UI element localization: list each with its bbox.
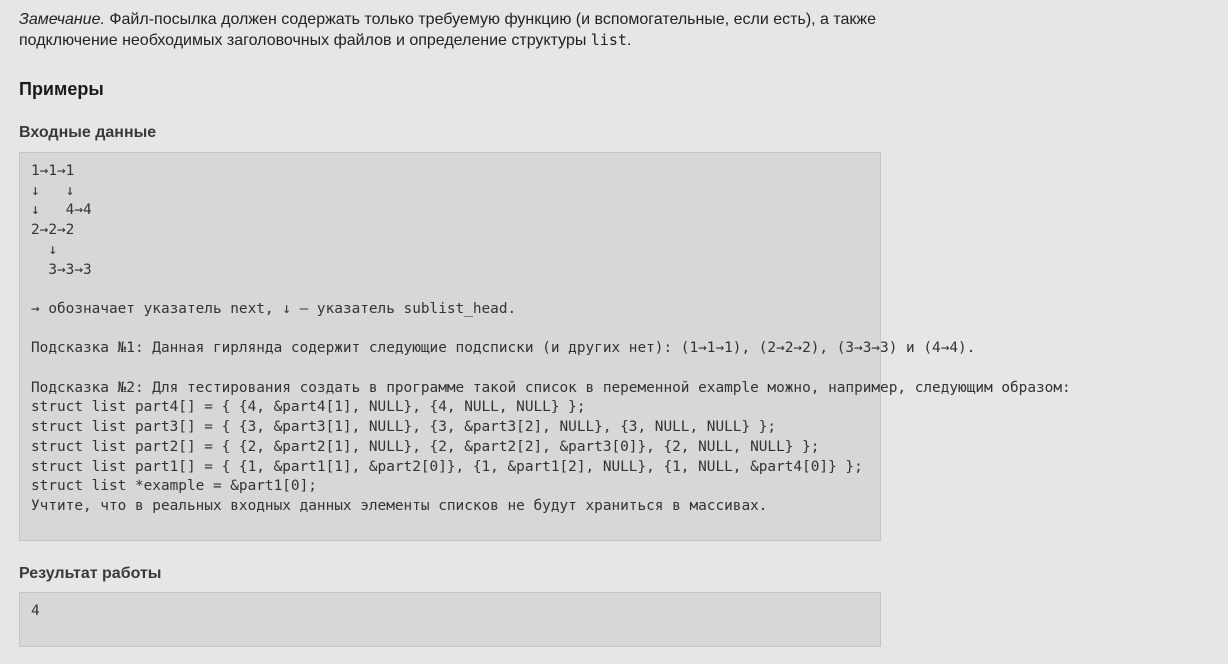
input-data-box: 1→1→1 ↓ ↓ ↓ 4→4 2→2→2 ↓ 3→3→3 → обознача… xyxy=(19,152,1071,541)
note-paragraph: Замечание. Файл-посылка должен содержать… xyxy=(19,9,889,51)
input-data-text: 1→1→1 ↓ ↓ ↓ 4→4 2→2→2 ↓ 3→3→3 → обознача… xyxy=(20,153,1071,517)
code-line: struct list part2[] = { {2, &part2[1], N… xyxy=(31,438,820,455)
code-line: Подсказка №2: Для тестирования создать в… xyxy=(31,379,1071,396)
code-line: ↓ ↓ xyxy=(31,182,75,199)
note-label: Замечание. xyxy=(19,11,105,28)
code-line: ↓ xyxy=(31,241,57,258)
code-line: 3→3→3 xyxy=(31,261,92,278)
output-data-text: 4 xyxy=(20,593,880,622)
input-label: Входные данные xyxy=(19,124,157,141)
code-line: struct list part1[] = { {1, &part1[1], &… xyxy=(31,458,863,475)
code-line: struct list part3[] = { {3, &part3[1], N… xyxy=(31,419,777,436)
code-line: ↓ 4→4 xyxy=(31,202,92,219)
note-text-end: . xyxy=(626,32,632,49)
code-line: → обозначает указатель next, ↓ — указате… xyxy=(31,300,517,317)
note-text: Файл-посылка должен содержать только тре… xyxy=(19,11,877,49)
output-label: Результат работы xyxy=(19,565,162,582)
code-line: Учтите, что в реальных входных данных эл… xyxy=(31,497,768,514)
code-line: 1→1→1 xyxy=(31,163,75,179)
code-line: struct list part4[] = { {4, &part4[1], N… xyxy=(31,399,586,416)
examples-title: Примеры xyxy=(19,79,104,99)
code-line: struct list *example = &part1[0]; xyxy=(31,478,317,495)
code-line: Подсказка №1: Данная гирлянда содержит с… xyxy=(31,340,976,357)
note-code: list xyxy=(590,31,627,49)
code-line: 2→2→2 xyxy=(31,222,75,239)
code-line: 4 xyxy=(31,603,40,619)
output-data-box: 4 xyxy=(19,592,881,647)
